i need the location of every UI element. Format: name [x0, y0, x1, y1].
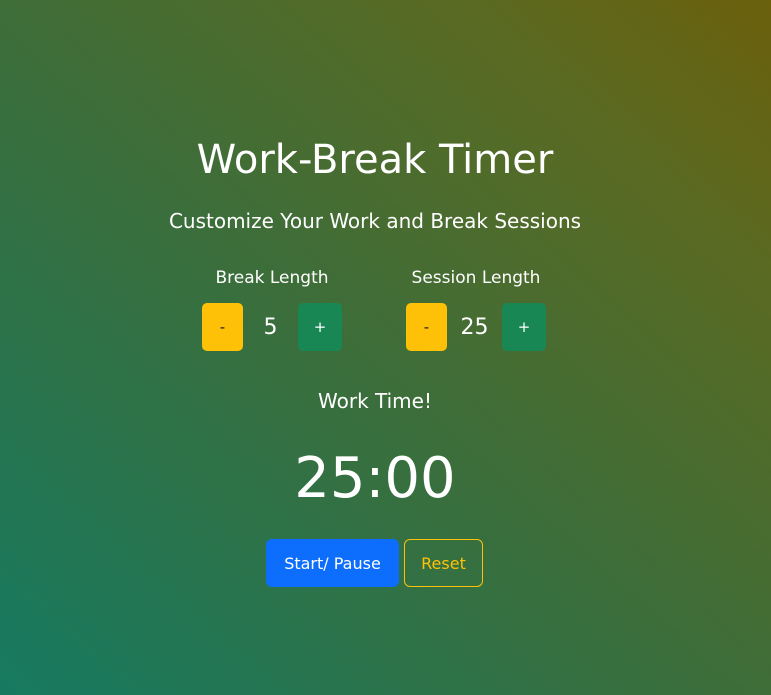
timer-display: 25:00: [294, 446, 456, 511]
reset-button[interactable]: Reset: [404, 539, 483, 587]
session-decrement-button[interactable]: -: [406, 303, 447, 351]
session-length-label: Session Length: [411, 268, 541, 288]
break-length-control: Break Length - 5 +: [172, 266, 372, 351]
session-length-value: 25: [460, 314, 489, 340]
break-length-row: - 5 +: [172, 303, 372, 351]
session-length-row: - 25 +: [376, 303, 576, 351]
break-length-label: Break Length: [215, 268, 329, 288]
timer-actions: Start/ Pause Reset: [266, 539, 483, 587]
page-subtitle: Customize Your Work and Break Sessions: [168, 209, 582, 233]
page-title: Work-Break Timer: [196, 137, 554, 183]
session-increment-button[interactable]: +: [502, 303, 546, 351]
break-decrement-button[interactable]: -: [202, 303, 243, 351]
break-increment-button[interactable]: +: [298, 303, 342, 351]
break-length-value: 5: [263, 314, 278, 340]
session-length-control: Session Length - 25 +: [376, 266, 576, 351]
timer-app: Work-Break Timer Customize Your Work and…: [0, 0, 771, 695]
start-pause-button[interactable]: Start/ Pause: [266, 539, 399, 587]
timer-mode-label: Work Time!: [318, 389, 432, 413]
